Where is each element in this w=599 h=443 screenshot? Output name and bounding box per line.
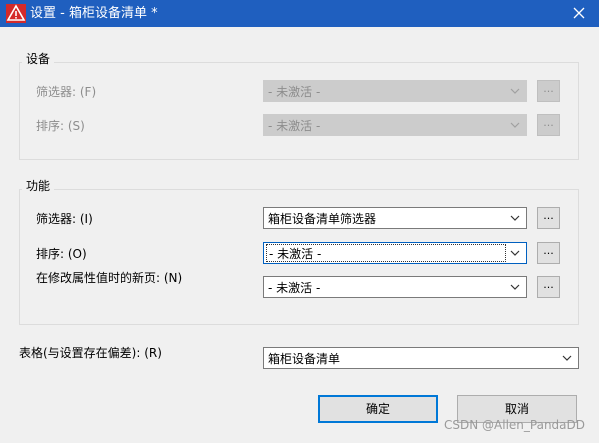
- warning-app-icon: [6, 4, 26, 23]
- chevron-down-icon: [510, 122, 520, 128]
- table-label: 表格(与设置存在偏差): (R): [19, 346, 162, 360]
- function-sort-value: - 未激活 -: [266, 244, 506, 262]
- chevron-down-icon: [510, 215, 520, 221]
- title-bar[interactable]: 设置 - 箱柜设备清单 *: [0, 0, 599, 27]
- table-value: 箱柜设备清单: [268, 352, 341, 366]
- function-filter-select[interactable]: 箱柜设备清单筛选器: [263, 207, 527, 229]
- function-group-title: 功能: [22, 178, 55, 194]
- close-button[interactable]: [559, 0, 599, 27]
- close-icon: [573, 7, 585, 19]
- function-newpage-select[interactable]: - 未激活 -: [263, 276, 527, 298]
- device-filter-select[interactable]: - 未激活 -: [263, 80, 527, 102]
- device-sort-browse-button[interactable]: ...: [537, 114, 560, 136]
- table-select[interactable]: 箱柜设备清单: [263, 347, 579, 369]
- watermark: CSDN @Allen_PandaDD: [444, 418, 585, 432]
- device-filter-browse-button[interactable]: ...: [537, 80, 560, 102]
- chevron-down-icon: [510, 88, 520, 94]
- device-sort-select[interactable]: - 未激活 -: [263, 114, 527, 136]
- chevron-down-icon: [510, 250, 520, 256]
- device-group-title: 设备: [22, 51, 55, 67]
- ok-button[interactable]: 确定: [318, 395, 438, 423]
- device-filter-value: - 未激活 -: [268, 85, 321, 99]
- function-filter-browse-button[interactable]: ...: [537, 207, 560, 229]
- function-sort-select[interactable]: - 未激活 -: [263, 242, 527, 264]
- function-sort-browse-button[interactable]: ...: [537, 242, 560, 264]
- device-group: [19, 62, 579, 160]
- chevron-down-icon: [510, 284, 520, 290]
- function-sort-label: 排序: (O): [36, 247, 87, 261]
- device-sort-value: - 未激活 -: [268, 119, 321, 133]
- device-filter-label: 筛选器: (F): [36, 85, 97, 99]
- function-newpage-value: - 未激活 -: [268, 281, 321, 295]
- function-filter-label: 筛选器: (I): [36, 212, 93, 226]
- window-title: 设置 - 箱柜设备清单 *: [30, 6, 158, 21]
- function-newpage-browse-button[interactable]: ...: [537, 276, 560, 298]
- function-newpage-label: 在修改属性值时的新页: (N): [36, 271, 183, 285]
- chevron-down-icon: [562, 355, 572, 361]
- function-filter-value: 箱柜设备清单筛选器: [268, 212, 377, 226]
- device-sort-label: 排序: (S): [36, 119, 85, 133]
